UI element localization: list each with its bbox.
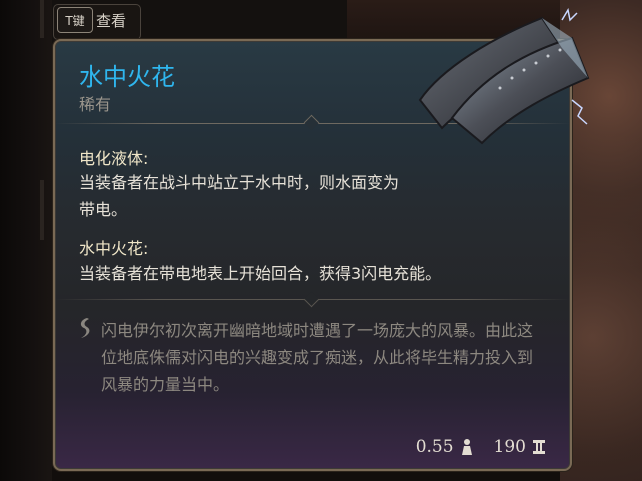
- item-weight: 0.55: [415, 437, 454, 457]
- key-badge: T键: [57, 7, 93, 33]
- property-name: 水中火花:: [79, 239, 149, 258]
- quote-icon: [80, 318, 90, 338]
- hint-label: 查看: [96, 11, 127, 30]
- divider-notch: [303, 291, 320, 308]
- divider-notch: [303, 114, 320, 131]
- item-lore: 闪电伊尔初次离开幽暗地域时遭遇了一场庞大的风暴。由此这位地底侏儒对闪电的兴趣变成…: [101, 321, 534, 394]
- gold-icon: [533, 440, 545, 454]
- item-name: 水中火花: [79, 63, 175, 91]
- item-stats: 0.55 190: [416, 437, 546, 457]
- item-value: 190: [493, 437, 526, 457]
- property-name: 电化液体:: [79, 149, 149, 168]
- weight-icon: [461, 439, 472, 455]
- background-left: [0, 0, 52, 481]
- examine-hint[interactable]: T键 查看: [57, 5, 126, 35]
- background-bar: [40, 0, 44, 38]
- property-description: 当装备者在战斗中站立于水中时，则水面变为带电。: [79, 173, 400, 219]
- property-description: 当装备者在带电地表上开始回合，获得3闪电充能。: [79, 264, 442, 283]
- background-bar: [40, 180, 44, 240]
- item-rarity: 稀有: [79, 95, 112, 114]
- bracers-icon: [418, 8, 590, 145]
